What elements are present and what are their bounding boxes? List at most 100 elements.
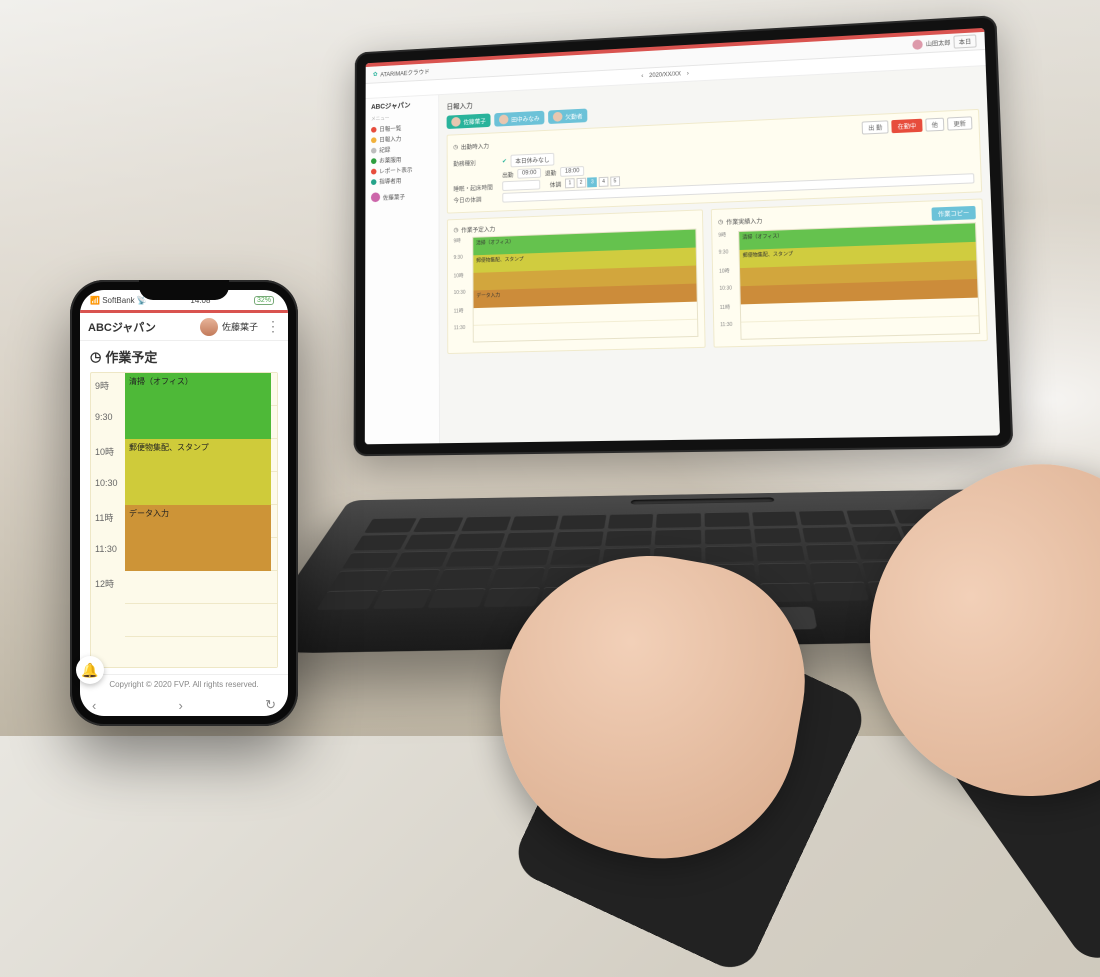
update-button[interactable]: 更新 [947,116,972,130]
pill-icon [371,158,377,164]
schedule-bars[interactable]: 清掃（オフィス） 郵便物集配、スタンプ [738,222,980,340]
date-prev-button[interactable]: ‹ [641,73,643,79]
phone-screen: 📶 SoftBank 📡 14:08 32% ABCジャパン 佐藤葉子 ⋮ ◷ … [80,290,288,716]
panel-title: 出勤時入力 [461,141,489,151]
mood-label: 体調 [550,179,562,188]
screen-title-row: ◷ 作業予定 [80,341,288,372]
time-labels: 9時 9:30 10時 10:30 11時 11:30 [454,237,473,343]
sidebar-item-label: お薬服用 [379,155,401,165]
time-label: 11:30 [91,542,125,575]
work-status-value[interactable]: 本日休みなし [511,153,555,168]
status-bar: 📶 SoftBank 📡 14:08 32% [80,290,288,310]
sidebar-item-label: 日報一覧 [379,124,401,134]
time-label: 10時 [91,443,125,476]
other-button[interactable]: 他 [925,118,944,132]
sleep-label: 睡眠・起床時間 [453,182,498,193]
task-bar-mail[interactable]: 郵便物集配、スタンプ [125,439,271,505]
sidebar: ABCジャパン メニュー 日報一覧 日報入力 記録 お薬服用 レポート表示 指導… [365,95,440,444]
date-next-button[interactable]: › [687,71,689,77]
overflow-menu-icon[interactable]: ⋮ [262,318,280,335]
time-label: 10:30 [91,476,125,509]
browser-nav-bar: ‹ › ↻ [80,694,288,716]
staff-chip[interactable]: 田中みなみ [494,111,544,127]
time-label: 12時 [91,575,125,608]
current-date[interactable]: 2020/XX/XX [649,71,681,79]
time-label: 11:30 [454,325,473,343]
task-bar-cleaning[interactable]: 清掃（オフィス） [125,373,271,439]
clock-icon: ◷ [453,144,458,151]
mood-level-3[interactable]: 3 [587,177,597,187]
header-user-name: 山田太郎 [926,38,951,48]
time-label: 9:30 [91,410,125,443]
sidebar-manager[interactable]: 佐藤葉子 [371,190,433,202]
chart-icon [371,168,377,174]
check-icon: ✔ [502,158,507,165]
app-logo-icon: ✿ [373,71,378,78]
laptop-screen-shell: ✿ ATARIMAEクラウド 山田太郎 本日 ‹ 2020/XX/XX › AB… [354,15,1014,456]
sidebar-item-instructor[interactable]: 指導者用 [371,174,433,187]
mood-level-2[interactable]: 2 [576,178,586,188]
attend-button[interactable]: 出 勤 [862,120,889,134]
user-name: 佐藤葉子 [222,320,258,333]
panel-title: 作業実績入力 [726,216,762,226]
schedule-dual: ◷ 作業予定入力 9時 9:30 10時 10:30 11時 [447,198,988,360]
in-office-button[interactable]: 在勤中 [891,119,922,134]
time-label: 10時 [719,267,739,286]
schedule-plan-panel: ◷ 作業予定入力 9時 9:30 10時 10:30 11時 [447,209,706,354]
task-bar-data-entry[interactable]: データ入力 [125,505,271,571]
sidebar-item-label: 日報入力 [379,134,401,144]
avatar [451,117,460,127]
phone-device: 📶 SoftBank 📡 14:08 32% ABCジャパン 佐藤葉子 ⋮ ◷ … [70,280,298,726]
clock-icon: ◷ [453,227,458,234]
mood-rating[interactable]: 1 2 3 4 5 [565,176,620,188]
clock-icon: ◷ [90,349,101,365]
nav-refresh-button[interactable]: ↻ [265,697,276,713]
pencil-icon [371,137,377,143]
app-title: ABCジャパン [88,319,156,335]
clock-icon: ◷ [718,219,723,226]
today-button[interactable]: 本日 [953,34,976,48]
sidebar-menu: 日報一覧 日報入力 記録 お薬服用 レポート表示 指導者用 [371,121,433,187]
header-user-avatar [912,39,923,50]
staff-chip[interactable]: 欠勤者 [548,109,587,125]
org-name: ABCジャパン [371,99,433,112]
signal-icon: 📶 [90,296,100,305]
user-icon [371,179,377,185]
sidebar-item-label: レポート表示 [379,165,412,175]
time-label: 9:30 [454,254,473,272]
staff-chip[interactable]: 佐藤葉子 [447,113,491,129]
time-label: 10:30 [719,285,739,304]
time-label: 9時 [91,377,125,410]
mood-level-5[interactable]: 5 [610,176,620,186]
time-label: 11時 [720,303,740,322]
schedule-grid[interactable]: 清掃（オフィス） 郵便物集配、スタンプ データ入力 [125,373,277,667]
schedule-card: 9時 9:30 10時 10:30 11時 11:30 12時 清掃（オフィス）… [90,372,278,668]
start-label: 出勤 [502,170,513,179]
end-time-field[interactable]: 18:00 [560,166,584,177]
time-labels: 9時 9:30 10時 10:30 11時 11:30 12時 [91,373,125,667]
sidebar-item-label: 指導者用 [379,176,401,186]
sleep-field[interactable] [502,180,540,191]
avatar [371,192,380,202]
laptop-screen: ✿ ATARIMAEクラウド 山田太郎 本日 ‹ 2020/XX/XX › AB… [365,28,1000,444]
app-main: ABCジャパン メニュー 日報一覧 日報入力 記録 お薬服用 レポート表示 指導… [365,66,1000,444]
copyright-footer: Copyright © 2020 FVP. All rights reserve… [80,674,288,694]
copy-tasks-button[interactable]: 作業コピー [931,206,975,221]
mood-level-4[interactable]: 4 [599,177,609,187]
nav-forward-button[interactable]: › [179,698,183,713]
time-label: 11時 [454,307,473,325]
battery-indicator: 32% [254,296,274,305]
dot-icon [371,126,376,132]
panel-title: 作業予定入力 [461,224,495,234]
staff-name: 欠勤者 [565,111,582,121]
content-area: 日報入力 佐藤葉子 田中みなみ 欠勤者 ◷ 出勤時入力 出 勤 在勤 [439,66,1000,443]
schedule-bars[interactable]: 清掃（オフィス） 郵便物集配、スタンプ データ入力 [472,229,698,343]
schedule-plan-timeline: 9時 9:30 10時 10:30 11時 11:30 清掃（オフィス） 郵便物 [454,229,699,344]
time-label: 10:30 [454,290,473,308]
time-label: 11時 [91,509,125,542]
start-time-field[interactable]: 09:00 [517,168,541,179]
mood-level-1[interactable]: 1 [565,178,575,188]
time-label: 9時 [718,231,738,250]
nav-back-button[interactable]: ‹ [92,698,96,713]
bell-icon: 🔔 [81,662,98,679]
